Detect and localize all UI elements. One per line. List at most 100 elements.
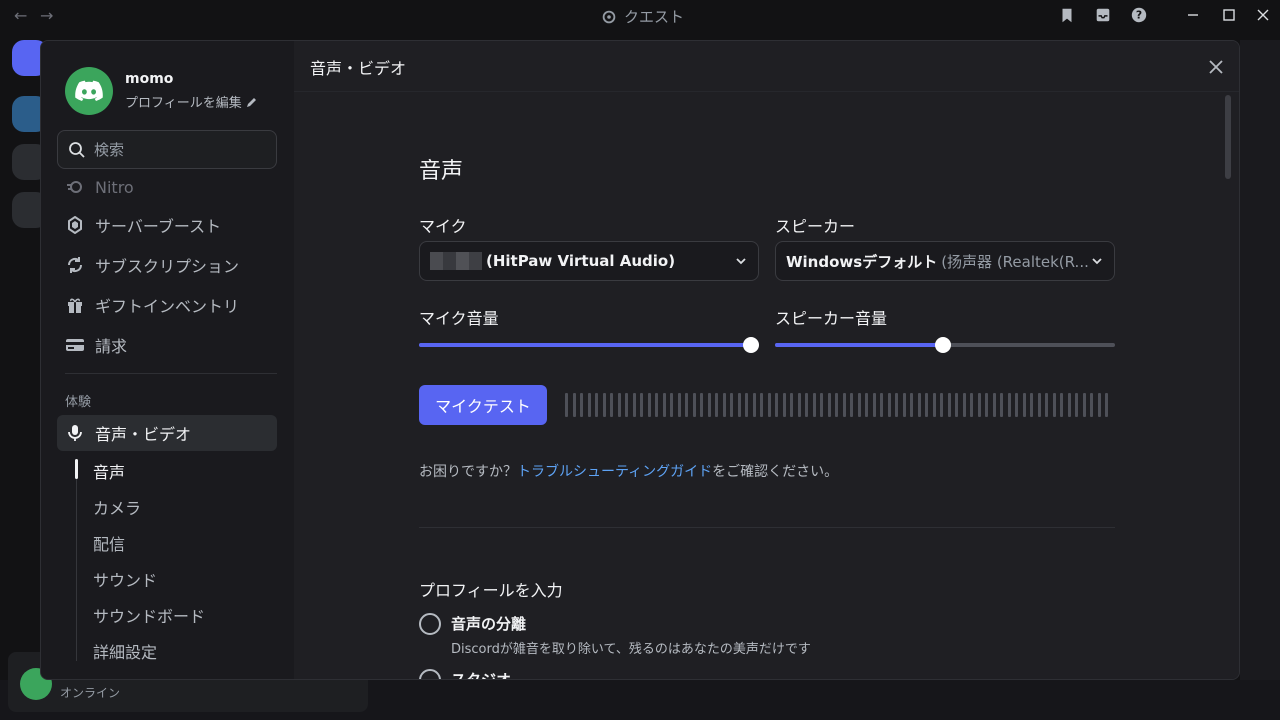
help-suffix: をご確認ください。 — [712, 464, 839, 480]
speaker-volume-slider[interactable] — [775, 337, 1115, 353]
speaker-select[interactable]: Windowsデフォルト (扬声器 (Realtek(R... — [775, 241, 1115, 281]
meter-bar — [970, 393, 973, 417]
meter-bar — [895, 393, 898, 417]
close-button[interactable] — [1204, 55, 1228, 79]
meter-bar — [1030, 393, 1033, 417]
settings-sidebar: momo プロフィールを編集 Nitro サーバーブースト サブスクリプション … — [41, 41, 294, 679]
content-divider — [419, 527, 1115, 528]
page-title: 音声・ビデオ — [310, 59, 407, 78]
back-arrow-icon[interactable]: ← — [14, 6, 27, 25]
mic-test-button[interactable]: マイクテスト — [419, 385, 547, 425]
section-label-experience: 体験 — [65, 395, 92, 410]
meter-bar — [1037, 393, 1041, 417]
sub-item-advanced[interactable]: 詳細設定 — [93, 639, 157, 663]
meter-bar — [797, 393, 801, 417]
window-title-text: クエスト — [624, 8, 685, 26]
meter-bar — [760, 393, 763, 417]
forward-arrow-icon[interactable]: → — [40, 6, 53, 25]
user-status: オンライン — [60, 686, 121, 700]
sidebar-item-label: 音声・ビデオ — [95, 425, 192, 444]
search-icon — [69, 141, 85, 158]
radio-voice-isolation[interactable] — [419, 613, 441, 635]
meter-bar — [880, 393, 883, 417]
scrollbar-thumb[interactable] — [1225, 95, 1231, 179]
meter-bar — [872, 393, 876, 417]
edit-profile-link[interactable]: プロフィールを編集 — [125, 92, 258, 111]
meter-bar — [1022, 393, 1026, 417]
option-studio-title[interactable]: スタジオ — [451, 669, 511, 679]
meter-bar — [827, 393, 831, 417]
help-icon[interactable]: ? — [1130, 6, 1148, 24]
sub-item-camera[interactable]: カメラ — [93, 495, 141, 519]
meter-bar — [1097, 393, 1101, 417]
speaker-select-value: Windowsデフォルト — [786, 252, 938, 271]
meter-bar — [1090, 393, 1093, 417]
speaker-label: スピーカー — [775, 217, 856, 236]
meter-bar — [857, 393, 861, 417]
background-panel — [1240, 40, 1280, 680]
sub-item-stream[interactable]: 配信 — [93, 531, 125, 555]
window-title: クエスト — [600, 6, 684, 27]
server-rail — [0, 32, 48, 720]
bookmark-icon[interactable] — [1058, 6, 1076, 24]
radio-studio[interactable] — [419, 669, 441, 679]
sidebar-item-nitro[interactable]: Nitro — [57, 169, 277, 205]
sidebar-item-voice-video[interactable]: 音声・ビデオ — [57, 415, 277, 451]
quest-icon — [602, 10, 616, 23]
header-divider — [294, 91, 1239, 92]
sidebar-item-server-boost[interactable]: サーバーブースト — [57, 207, 277, 243]
sub-nav-active-indicator — [75, 459, 78, 479]
sidebar-item-billing[interactable]: 請求 — [57, 327, 277, 363]
option-voice-isolation-desc: Discordが雑音を取り除いて、残るのはあなたの美声だけです — [451, 642, 811, 657]
redacted-device-name — [430, 252, 482, 270]
meter-bar — [925, 393, 928, 417]
meter-bar — [587, 393, 591, 417]
slider-knob[interactable] — [935, 337, 951, 353]
sub-nav-line — [76, 459, 77, 661]
option-voice-isolation-title[interactable]: 音声の分離 — [451, 613, 526, 634]
sub-item-sound[interactable]: サウンド — [93, 567, 157, 591]
inbox-icon[interactable] — [1094, 6, 1112, 24]
sub-item-voice[interactable]: 音声 — [93, 459, 125, 483]
slider-knob[interactable] — [743, 337, 759, 353]
meter-bar — [1007, 393, 1011, 417]
mic-label: マイク — [419, 217, 467, 236]
meter-bar — [775, 393, 778, 417]
card-icon — [65, 335, 85, 355]
meter-bar — [1052, 393, 1056, 417]
meter-bar — [595, 393, 598, 417]
close-window-icon[interactable] — [1254, 6, 1272, 24]
mic-volume-slider[interactable] — [419, 337, 759, 353]
meter-bar — [752, 393, 756, 417]
edit-profile-label: プロフィールを編集 — [125, 96, 242, 111]
sub-item-soundboard[interactable]: サウンドボード — [93, 603, 205, 627]
meter-bar — [632, 393, 636, 417]
microphone-icon — [65, 423, 85, 443]
meter-bar — [677, 393, 681, 417]
meter-bar — [902, 393, 906, 417]
troubleshooting-link[interactable]: トラブルシューティングガイド — [517, 464, 712, 480]
meter-bar — [1000, 393, 1003, 417]
meter-bar — [625, 393, 628, 417]
meter-bar — [617, 393, 621, 417]
avatar[interactable] — [65, 67, 113, 115]
svg-text:?: ? — [1136, 9, 1142, 22]
username: momo — [125, 71, 174, 87]
meter-bar — [767, 393, 771, 417]
search-box[interactable] — [57, 130, 277, 169]
sidebar-item-subscription[interactable]: サブスクリプション — [57, 247, 277, 283]
speaker-volume-label: スピーカー音量 — [775, 309, 888, 328]
mic-select[interactable]: (HitPaw Virtual Audio) — [419, 241, 759, 281]
meter-bar — [820, 393, 823, 417]
speaker-select-value-wrap: Windowsデフォルト (扬声器 (Realtek(R... — [786, 251, 1089, 272]
sidebar-item-gift-inventory[interactable]: ギフトインベントリ — [57, 287, 277, 323]
help-prefix: お困りですか？ — [419, 464, 517, 480]
minimize-icon[interactable] — [1184, 6, 1202, 24]
search-input[interactable] — [94, 140, 264, 159]
meter-bar — [1105, 393, 1108, 417]
title-bar: ← → クエスト ? — [0, 0, 1280, 32]
meter-bar — [670, 393, 673, 417]
settings-modal: momo プロフィールを編集 Nitro サーバーブースト サブスクリプション … — [40, 40, 1240, 680]
maximize-icon[interactable] — [1220, 6, 1238, 24]
settings-content: 音声・ビデオ 音声 マイク スピーカー (HitPaw Virtual Audi… — [294, 41, 1239, 679]
